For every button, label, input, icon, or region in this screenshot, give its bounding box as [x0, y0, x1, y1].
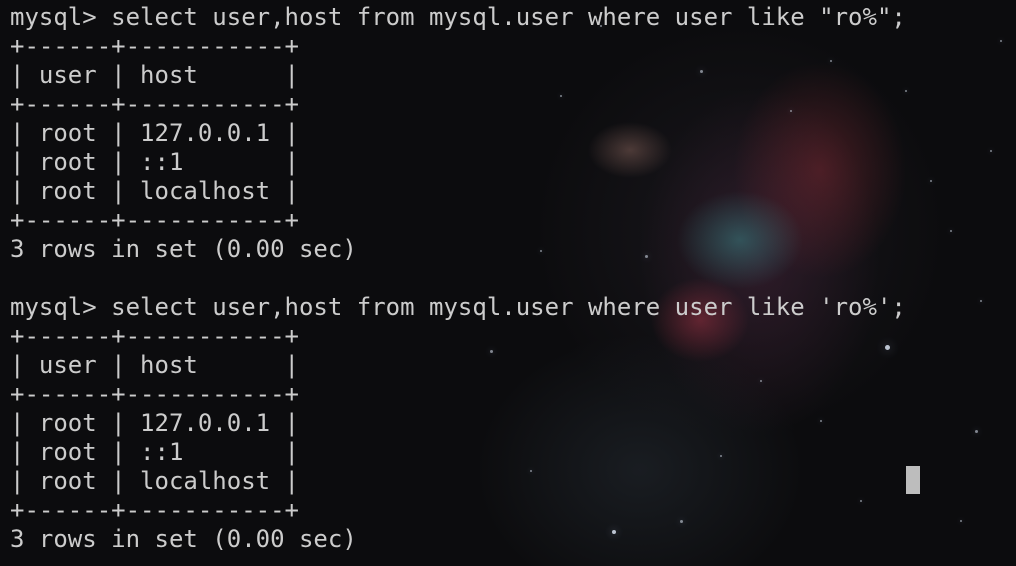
- table-row: | root | 127.0.0.1 |: [10, 409, 299, 437]
- result-summary: 3 rows in set (0.00 sec): [10, 525, 357, 553]
- text-cursor: [906, 466, 920, 494]
- table-header-row: | user | host |: [10, 61, 299, 89]
- table-row: | root | ::1 |: [10, 438, 299, 466]
- table-border: +------+-----------+: [10, 206, 299, 234]
- star: [950, 230, 952, 232]
- table-border: +------+-----------+: [10, 90, 299, 118]
- table-header-row: | user | host |: [10, 351, 299, 379]
- star: [975, 430, 978, 433]
- command-line: mysql> select user,host from mysql.user …: [10, 293, 906, 321]
- table-row: | root | ::1 |: [10, 148, 299, 176]
- star: [980, 300, 982, 302]
- star: [1000, 40, 1002, 42]
- table-row: | root | localhost |: [10, 177, 299, 205]
- table-border: +------+-----------+: [10, 32, 299, 60]
- star: [930, 180, 932, 182]
- table-row: | root | localhost |: [10, 467, 299, 495]
- star: [990, 150, 992, 152]
- table-row: | root | 127.0.0.1 |: [10, 119, 299, 147]
- table-border: +------+-----------+: [10, 322, 299, 350]
- table-border: +------+-----------+: [10, 380, 299, 408]
- star: [960, 520, 962, 522]
- terminal-output: mysql> select user,host from mysql.user …: [10, 3, 906, 554]
- terminal-window[interactable]: mysql> select user,host from mysql.user …: [0, 0, 1016, 566]
- table-border: +------+-----------+: [10, 496, 299, 524]
- result-summary: 3 rows in set (0.00 sec): [10, 235, 357, 263]
- command-line: mysql> select user,host from mysql.user …: [10, 3, 906, 31]
